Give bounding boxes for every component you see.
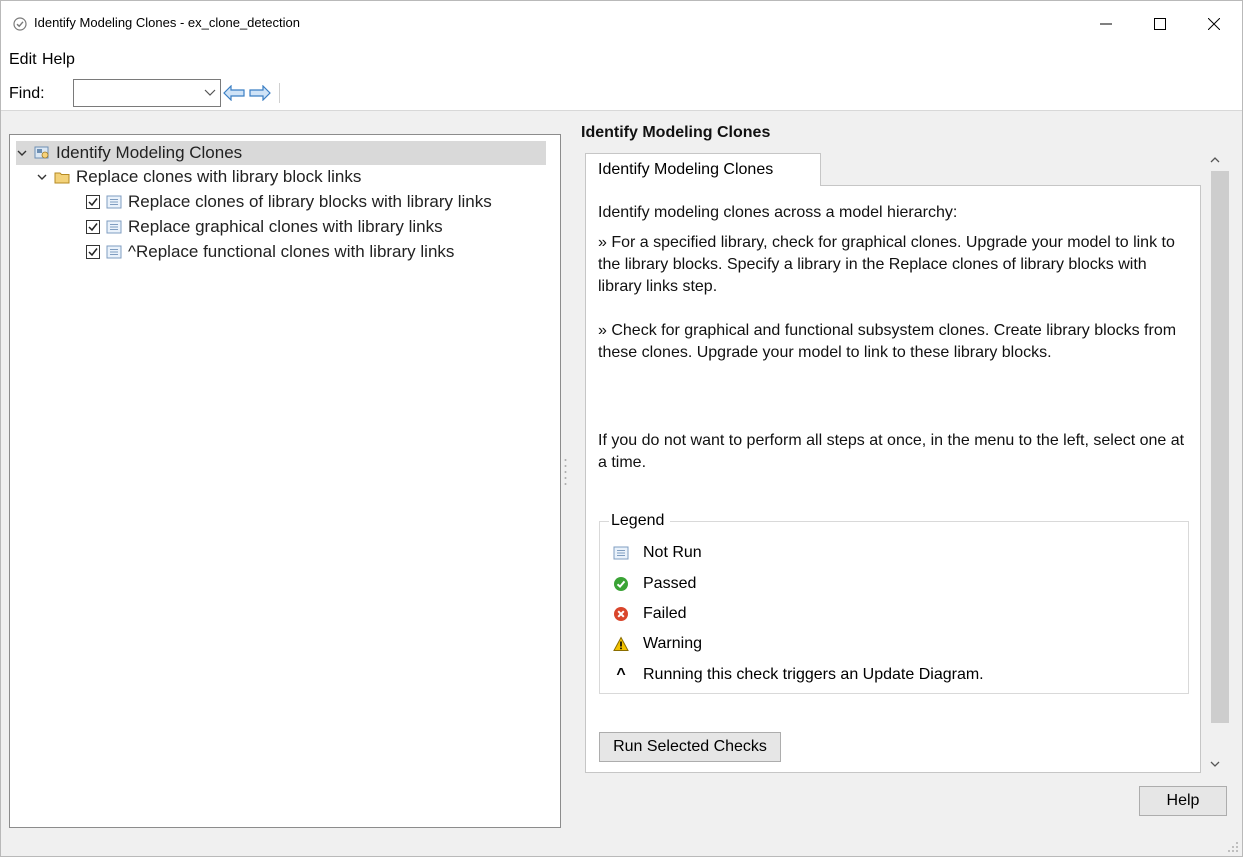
tree-root-label: Identify Modeling Clones (56, 143, 243, 162)
not-run-icon (613, 546, 629, 560)
tree-check-label: ^Replace functional clones with library … (128, 242, 455, 261)
minimize-icon (1100, 23, 1112, 25)
menu-bar: Edit Help (1, 47, 1242, 75)
checkbox-checked-icon[interactable] (86, 245, 100, 259)
tree-root-item[interactable]: Identify Modeling Clones (16, 141, 546, 165)
legend-title: Legend (609, 512, 671, 530)
window-title: Identify Modeling Clones - ex_clone_dete… (34, 15, 300, 30)
legend-item-update-diagram: ^ Running this check triggers an Update … (613, 664, 984, 686)
close-icon (1208, 18, 1220, 30)
scroll-up-icon[interactable] (1208, 153, 1222, 167)
checkbox-checked-icon[interactable] (86, 195, 100, 209)
minimize-button[interactable] (1083, 1, 1129, 47)
failed-icon (614, 607, 628, 621)
not-run-icon (106, 245, 122, 259)
legend-label: Not Run (643, 544, 702, 561)
caret-icon: ^ (616, 666, 626, 683)
forward-arrow-icon[interactable] (249, 85, 271, 101)
resize-grip-icon[interactable] (1227, 841, 1239, 853)
legend-item-passed: Passed (613, 573, 696, 595)
legend-label: Warning (643, 635, 702, 652)
passed-icon (614, 577, 628, 591)
toolbar: Find: (1, 75, 1242, 111)
warning-icon (613, 636, 629, 651)
close-button[interactable] (1191, 1, 1237, 47)
tree-folder-item[interactable]: Replace clones with library block links (36, 165, 361, 189)
splitter-handle[interactable] (564, 457, 567, 487)
chevron-down-icon[interactable] (204, 88, 216, 98)
check-tree[interactable]: Identify Modeling Clones Replace clones … (9, 134, 561, 828)
legend-label: Failed (643, 605, 687, 622)
run-selected-checks-button[interactable]: Run Selected Checks (599, 732, 781, 762)
tree-check-item[interactable]: Replace clones of library blocks with li… (86, 190, 492, 214)
tree-check-label: Replace graphical clones with library li… (128, 217, 443, 236)
chevron-down-icon[interactable] (36, 171, 48, 183)
chevron-down-icon[interactable] (16, 147, 28, 159)
model-advisor-icon (34, 146, 49, 159)
app-check-icon (13, 17, 27, 31)
scroll-down-icon[interactable] (1208, 757, 1222, 771)
scrollbar-thumb[interactable] (1211, 171, 1229, 723)
legend-item-warning: Warning (613, 633, 702, 655)
legend-label: Running this check triggers an Update Di… (643, 666, 984, 683)
find-input[interactable] (74, 80, 200, 106)
intro-text: Identify modeling clones across a model … (598, 204, 958, 221)
note-text: If you do not want to perform all steps … (598, 432, 1185, 471)
find-combobox[interactable] (73, 79, 221, 107)
folder-icon (54, 172, 70, 184)
checkbox-checked-icon[interactable] (86, 220, 100, 234)
tree-folder-label: Replace clones with library block links (76, 167, 362, 186)
tree-check-item[interactable]: ^Replace functional clones with library … (86, 240, 454, 264)
maximize-button[interactable] (1137, 1, 1183, 47)
maximize-icon (1154, 18, 1166, 30)
legend-label: Passed (643, 575, 697, 592)
menu-help[interactable]: Help (42, 51, 75, 69)
title-bar: Identify Modeling Clones - ex_clone_dete… (1, 1, 1242, 47)
back-arrow-icon[interactable] (223, 85, 245, 101)
not-run-icon (106, 220, 122, 234)
tree-check-label: Replace clones of library blocks with li… (128, 192, 492, 211)
legend-item-not-run: Not Run (613, 542, 702, 564)
not-run-icon (106, 195, 122, 209)
app-window: Identify Modeling Clones - ex_clone_dete… (0, 0, 1243, 857)
help-button[interactable]: Help (1139, 786, 1227, 816)
tab-identify-modeling-clones[interactable]: Identify Modeling Clones (585, 153, 821, 186)
detail-title: Identify Modeling Clones (581, 124, 771, 141)
bullet-subsystem-text: » Check for graphical and functional sub… (598, 322, 1177, 361)
menu-edit[interactable]: Edit (9, 51, 37, 69)
bullet-library-text: » For a specified library, check for gra… (598, 234, 1175, 295)
toolbar-separator (279, 83, 280, 103)
legend-item-failed: Failed (613, 603, 687, 625)
tree-check-item[interactable]: Replace graphical clones with library li… (86, 215, 443, 239)
find-label: Find: (9, 85, 45, 102)
